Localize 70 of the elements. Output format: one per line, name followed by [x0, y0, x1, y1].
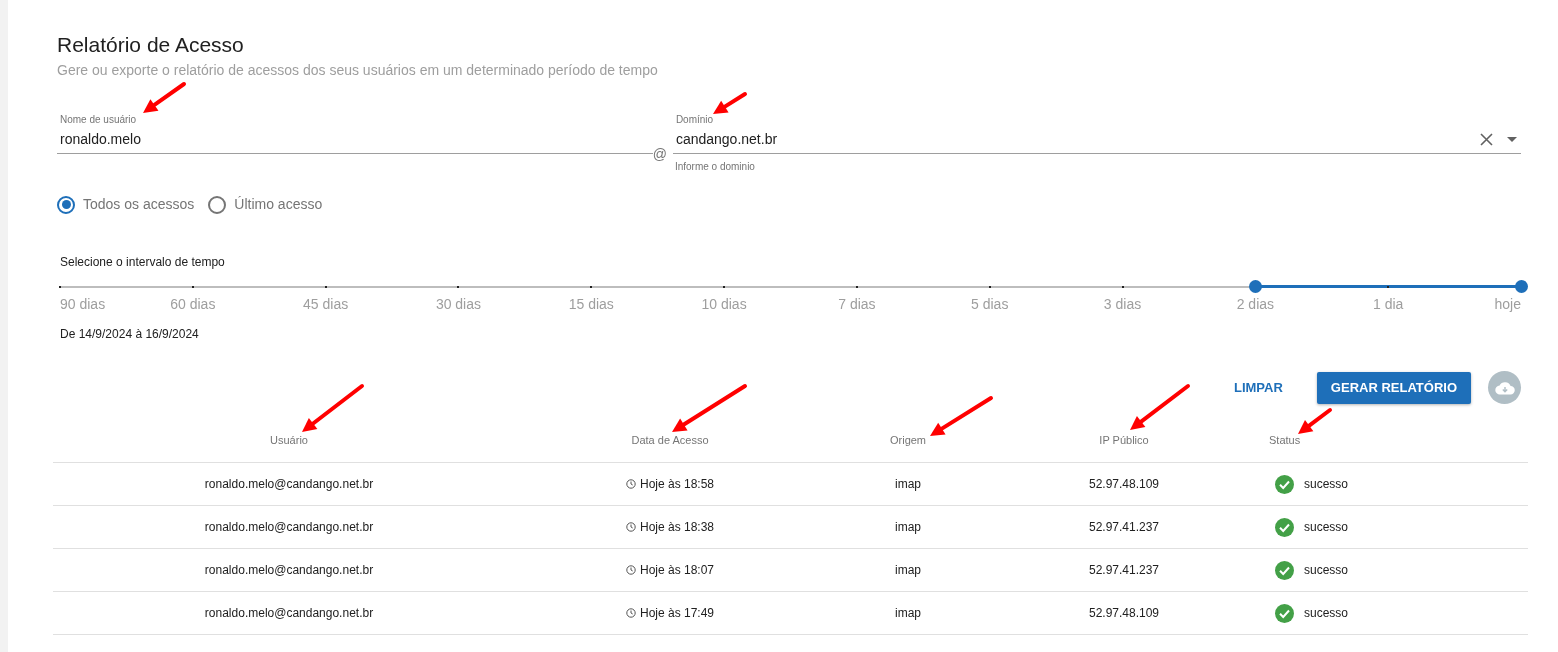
page-subtitle: Gere ou exporte o relatório de acessos dos seus usuários em um determinado período de tempo — [57, 61, 659, 80]
close-icon[interactable] — [1480, 133, 1493, 146]
check-circle-icon — [1275, 517, 1294, 537]
column-header: Status — [1268, 432, 1302, 448]
table-cell-text: imap — [894, 605, 922, 622]
table-cell-text: ronaldo.melo@candango.net.br — [203, 519, 375, 536]
annotation-arrow — [930, 396, 993, 436]
table-cell-text: 52.97.48.109 — [1087, 476, 1161, 493]
table-cell-text: Hoje às 18:58 — [639, 476, 715, 493]
field-label: Domínio — [674, 114, 714, 126]
table-cell-text: Hoje às 17:49 — [639, 605, 715, 622]
clock-icon — [625, 479, 636, 489]
slider-label: Selecione o intervalo de tempo — [59, 254, 226, 271]
check-circle-icon — [1275, 603, 1294, 623]
slider-handle[interactable] — [1248, 280, 1262, 293]
table-cell-text: ronaldo.melo@candango.net.br — [203, 562, 375, 579]
check-circle-icon — [1275, 474, 1294, 494]
status-text: sucesso — [1304, 605, 1349, 622]
status-text: sucesso — [1304, 476, 1349, 493]
slider-stop-label: 3 dias — [1103, 295, 1142, 314]
date-range-text: De 14/9/2024 à 16/9/2024 — [59, 326, 200, 343]
slider-stop-label: 1 dia — [1373, 295, 1404, 314]
column-header: Usuário — [269, 432, 309, 448]
table-cell-text: imap — [894, 562, 922, 579]
clock-icon — [625, 565, 636, 575]
table-cell-text: 52.97.41.237 — [1087, 562, 1161, 579]
slider-stop-label: 30 dias — [435, 295, 482, 314]
slider-stop-label: 90 dias — [60, 295, 106, 314]
slider-handle[interactable] — [1514, 280, 1528, 293]
clock-icon — [625, 608, 636, 618]
status-text: sucesso — [1304, 519, 1349, 536]
radio-option[interactable]: Último acesso — [208, 194, 323, 215]
slider-stop-label: 5 dias — [971, 295, 1009, 314]
cloud-download-icon — [1494, 380, 1515, 395]
table-cell-text: ronaldo.melo@candango.net.br — [203, 476, 375, 493]
table-cell-text: Hoje às 18:07 — [639, 562, 715, 579]
annotation-arrow — [1130, 384, 1190, 430]
check-circle-icon — [1275, 560, 1294, 580]
slider-stop-label: 2 dias — [1236, 295, 1275, 314]
slider-stop-label: 15 dias — [568, 295, 614, 314]
slider-stop-label: 10 dias — [701, 295, 747, 314]
annotation-arrow — [302, 384, 364, 432]
clear-button[interactable]: LIMPAR — [1223, 371, 1293, 404]
table-cell-text: ronaldo.melo@candango.net.br — [203, 605, 375, 622]
radio-option[interactable]: Todos os acessos — [57, 194, 195, 215]
dropdown-caret-icon[interactable] — [1507, 137, 1517, 142]
table-cell-text: imap — [894, 476, 922, 493]
table-cell-text: Hoje às 18:38 — [639, 519, 715, 536]
clock-icon — [625, 522, 636, 532]
field-hint: Informe o dominio — [673, 160, 755, 174]
column-header: Data de Acesso — [630, 432, 710, 448]
annotation-arrow — [1298, 408, 1332, 434]
generate-report-button[interactable]: GERAR RELATÓRIO — [1316, 371, 1471, 404]
field-label: Nome de usuário — [59, 114, 137, 126]
username-field[interactable]: ronaldo.melo — [57, 126, 653, 154]
slider-stop-label: 60 dias — [170, 295, 216, 314]
domain-field[interactable]: candango.net.br — [672, 126, 1521, 154]
slider-stop-label: hoje — [1494, 295, 1521, 314]
column-header: Origem — [888, 432, 928, 448]
page-title: Relatório de Acesso — [57, 32, 245, 58]
column-header: IP Público — [1098, 432, 1150, 448]
table-cell-text: imap — [894, 519, 922, 536]
at-sign: @ — [652, 144, 668, 164]
annotation-arrow — [713, 92, 747, 114]
table-cell-text: 52.97.41.237 — [1087, 519, 1161, 536]
annotation-arrow — [143, 82, 186, 113]
slider-stop-label: 45 dias — [303, 295, 349, 314]
slider-stop-label: 7 dias — [838, 295, 876, 314]
status-text: sucesso — [1304, 562, 1349, 579]
table-cell-text: 52.97.48.109 — [1087, 605, 1161, 622]
